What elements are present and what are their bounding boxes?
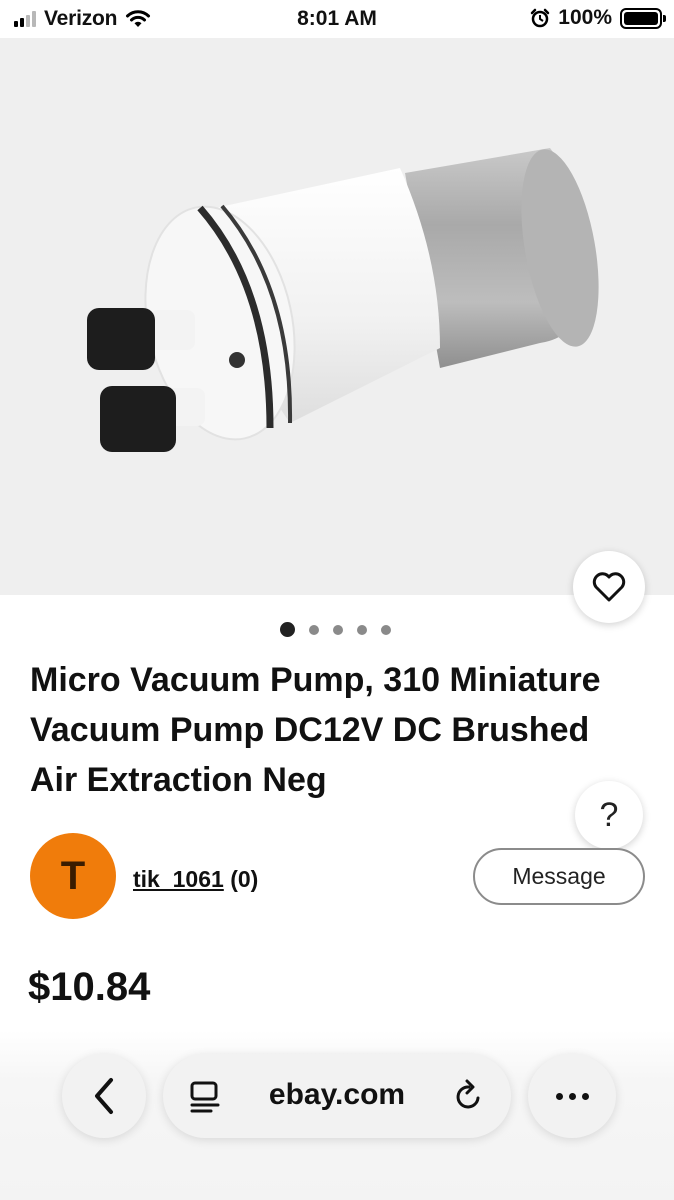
seller-name-link[interactable]: tik_1061 <box>133 866 224 892</box>
battery-icon <box>620 7 666 29</box>
product-price: $10.84 <box>28 965 151 1009</box>
pagination-dot-2[interactable] <box>309 624 319 635</box>
pagination-dot-1[interactable] <box>280 622 295 637</box>
seller-info: tik_1061 (0) <box>133 866 258 893</box>
message-button[interactable]: Message <box>473 848 645 905</box>
heart-icon <box>592 572 626 602</box>
product-title: Micro Vacuum Pump, 310 Miniature Vacuum … <box>30 661 601 799</box>
address-bar[interactable]: ebay.com <box>163 1054 511 1138</box>
more-button[interactable] <box>528 1054 616 1138</box>
status-right: 100% <box>530 6 666 30</box>
seller-feedback: (0) <box>230 866 259 892</box>
pagination-dot-5[interactable] <box>381 624 391 635</box>
help-button[interactable]: ? <box>575 781 643 849</box>
battery-percent: 100% <box>558 6 612 29</box>
image-pagination <box>280 622 391 637</box>
more-icon <box>555 1092 563 1100</box>
reload-icon[interactable] <box>453 1079 485 1113</box>
pagination-dot-3[interactable] <box>333 624 343 635</box>
favorite-button[interactable] <box>573 551 645 623</box>
pagination-dot-4[interactable] <box>357 624 367 635</box>
status-bar: Verizon 8:01 AM 100% <box>0 0 674 38</box>
back-button[interactable] <box>62 1054 146 1138</box>
seller-avatar[interactable]: T <box>30 833 116 919</box>
vacuum-pump-image <box>87 148 599 452</box>
alarm-icon <box>531 8 550 28</box>
back-icon <box>95 1078 113 1114</box>
product-image[interactable] <box>0 38 674 595</box>
